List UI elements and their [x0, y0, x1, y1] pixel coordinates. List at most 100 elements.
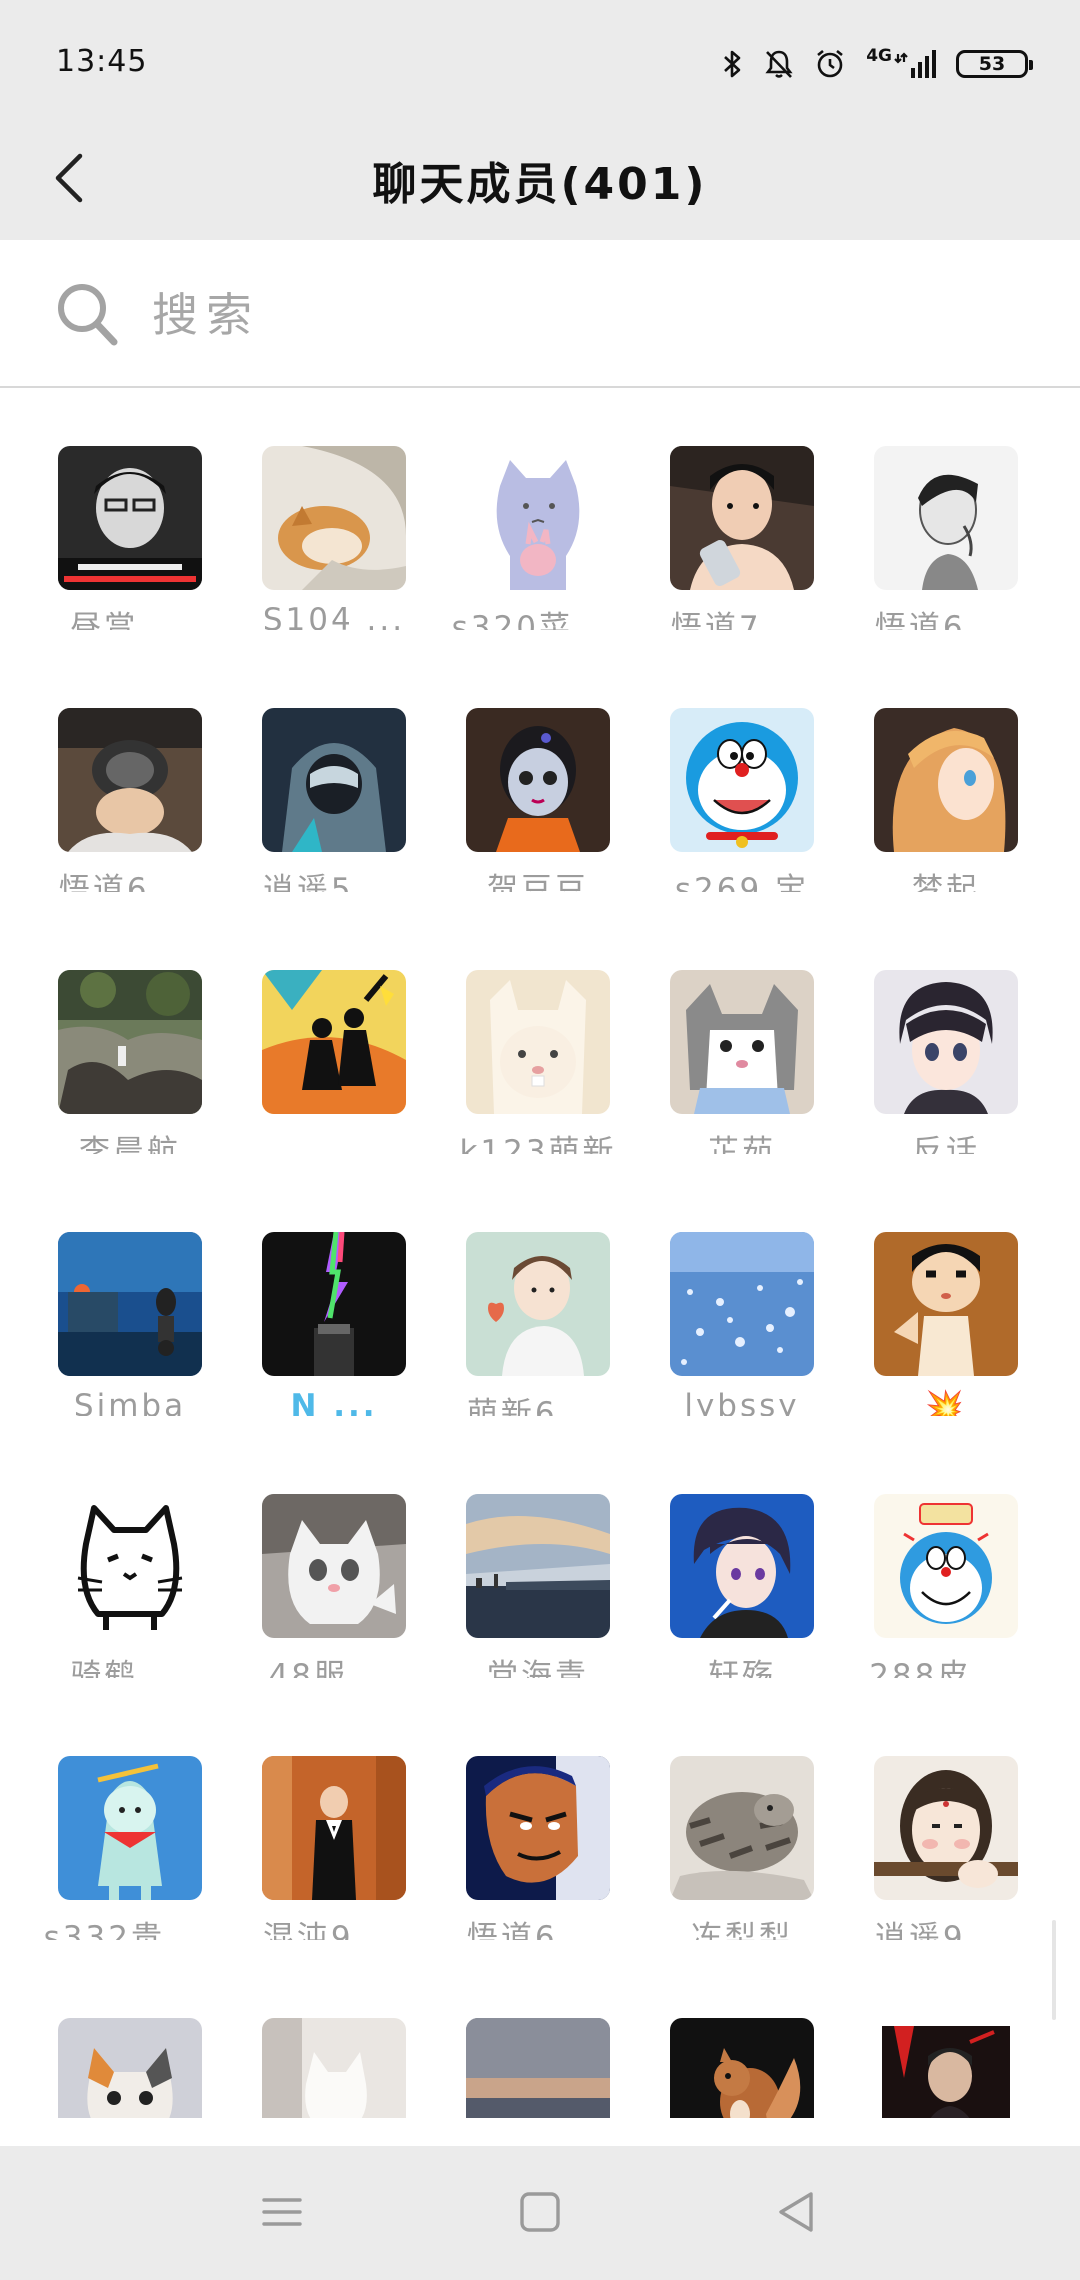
member-item[interactable]: 。。 — [232, 914, 436, 1154]
member-avatar — [874, 1756, 1018, 1900]
page-title: 聊天成员(401) — [372, 159, 708, 210]
member-name: 悟道6 ... — [466, 1920, 610, 1940]
member-avatar — [670, 1232, 814, 1376]
member-name: k123萌新 — [459, 1134, 617, 1154]
member-item[interactable]: 骑鹤 ... — [28, 1438, 232, 1678]
back-nav-button[interactable] — [766, 2190, 826, 2238]
member-item[interactable]: 逍遥5 ... — [232, 652, 436, 892]
member-item[interactable]: s332贵 ... — [28, 1700, 232, 1940]
member-avatar — [466, 1756, 610, 1900]
member-item[interactable]: 悟道6 ... — [28, 652, 232, 892]
search-icon — [56, 282, 120, 352]
member-name: 逍遥9 ... — [874, 1920, 1018, 1940]
member-item[interactable]: 萌新6 ... — [436, 1176, 640, 1416]
member-name: 骑鹤 ... — [70, 1658, 190, 1678]
member-avatar — [466, 970, 610, 1114]
member-avatar — [670, 970, 814, 1114]
member-avatar — [874, 1494, 1018, 1638]
member-name: 反话 — [912, 1134, 980, 1154]
member-avatar — [262, 970, 406, 1114]
member-name: 昼赏 ... — [70, 610, 190, 630]
member-avatar — [262, 1756, 406, 1900]
member-name: lybssy — [684, 1388, 800, 1416]
member-avatar — [874, 970, 1018, 1114]
member-avatar — [874, 1232, 1018, 1376]
member-avatar — [58, 1232, 202, 1376]
nav-bar — [0, 2146, 1080, 2280]
member-item[interactable]: 李晨航 — [28, 914, 232, 1154]
member-name: 梦起 — [912, 872, 980, 892]
home-button[interactable] — [510, 2190, 570, 2238]
menu-button[interactable] — [252, 2190, 312, 2238]
member-item[interactable]: k123萌新 — [436, 914, 640, 1154]
member-name: 混沌9 ... — [262, 1920, 406, 1940]
member-name: 冻梨梨 — [691, 1920, 793, 1940]
member-item[interactable] — [232, 1962, 436, 2118]
member-avatar — [262, 2018, 406, 2118]
member-avatar — [670, 1494, 814, 1638]
member-name: 悟道6 ... — [874, 610, 1018, 630]
member-avatar — [466, 708, 610, 852]
member-avatar — [262, 1494, 406, 1638]
member-avatar — [262, 708, 406, 852]
member-item[interactable] — [640, 1962, 844, 2118]
member-item[interactable]: 悟道6 ... — [436, 1700, 640, 1940]
member-item[interactable]: 逍遥9 ... — [844, 1700, 1048, 1940]
member-name: 悟道6 ... — [58, 872, 202, 892]
member-name: 芷茹 — [708, 1134, 776, 1154]
member-avatar — [670, 1756, 814, 1900]
member-item[interactable]: 轩殇 — [640, 1438, 844, 1678]
member-avatar — [58, 2018, 202, 2118]
member-name: 悟道7 ... — [670, 610, 814, 630]
member-name: 。。 — [307, 1134, 361, 1154]
member-item[interactable] — [844, 1962, 1048, 2118]
member-item[interactable]: 党海青 — [436, 1438, 640, 1678]
member-item[interactable] — [436, 1962, 640, 2118]
mute-icon — [764, 48, 794, 80]
member-item[interactable]: 💥 — [844, 1176, 1048, 1416]
member-item[interactable]: S104 ... — [232, 390, 436, 630]
status-bar: 13:45 4G 53 — [0, 0, 1080, 120]
member-name: 💥 — [925, 1389, 967, 1416]
member-name: 萌新6 ... — [466, 1396, 610, 1416]
member-name: N ... — [290, 1388, 378, 1416]
member-name: 李晨航 — [79, 1134, 181, 1154]
status-time: 13:45 — [56, 44, 148, 79]
back-button[interactable] — [30, 140, 110, 220]
member-name: s269 宝 — [674, 872, 810, 892]
back-triangle-icon — [775, 2190, 817, 2238]
member-item[interactable]: 48服 ... — [232, 1438, 436, 1678]
member-item[interactable]: s320菜 ... — [436, 390, 640, 630]
member-name: 轩殇 — [708, 1658, 776, 1678]
member-item[interactable]: 悟道6 ... — [844, 390, 1048, 630]
member-avatar — [58, 1494, 202, 1638]
member-item[interactable]: 贺豆豆 — [436, 652, 640, 892]
member-item[interactable]: s269 宝 — [640, 652, 844, 892]
search-input[interactable] — [150, 274, 1034, 356]
member-name: 逍遥5 ... — [262, 872, 406, 892]
member-item[interactable]: 反话 — [844, 914, 1048, 1154]
member-item[interactable]: 昼赏 ... — [28, 390, 232, 630]
member-item[interactable]: lybssy — [640, 1176, 844, 1416]
scroll-indicator[interactable] — [1052, 1920, 1056, 2020]
member-item[interactable]: 梦起 — [844, 652, 1048, 892]
member-item[interactable]: N ... — [232, 1176, 436, 1416]
member-avatar — [874, 446, 1018, 590]
member-avatar — [466, 1232, 610, 1376]
member-item[interactable]: 芷茹 — [640, 914, 844, 1154]
member-name: Simba — [73, 1388, 187, 1416]
member-avatar — [58, 970, 202, 1114]
search-bar — [0, 240, 1080, 388]
member-item[interactable]: 混沌9 ... — [232, 1700, 436, 1940]
member-item[interactable]: Simba — [28, 1176, 232, 1416]
menu-icon — [262, 2194, 302, 2234]
member-item[interactable]: 冻梨梨 — [640, 1700, 844, 1940]
member-name: 288皮 ... — [869, 1658, 1023, 1678]
member-name: s332贵 ... — [43, 1920, 217, 1940]
status-icons: 4G 53 — [722, 44, 1033, 84]
member-item[interactable] — [28, 1962, 232, 2118]
member-avatar — [466, 1494, 610, 1638]
member-item[interactable]: 288皮 ... — [844, 1438, 1048, 1678]
battery-icon: 53 — [956, 50, 1033, 78]
member-item[interactable]: 悟道7 ... — [640, 390, 844, 630]
